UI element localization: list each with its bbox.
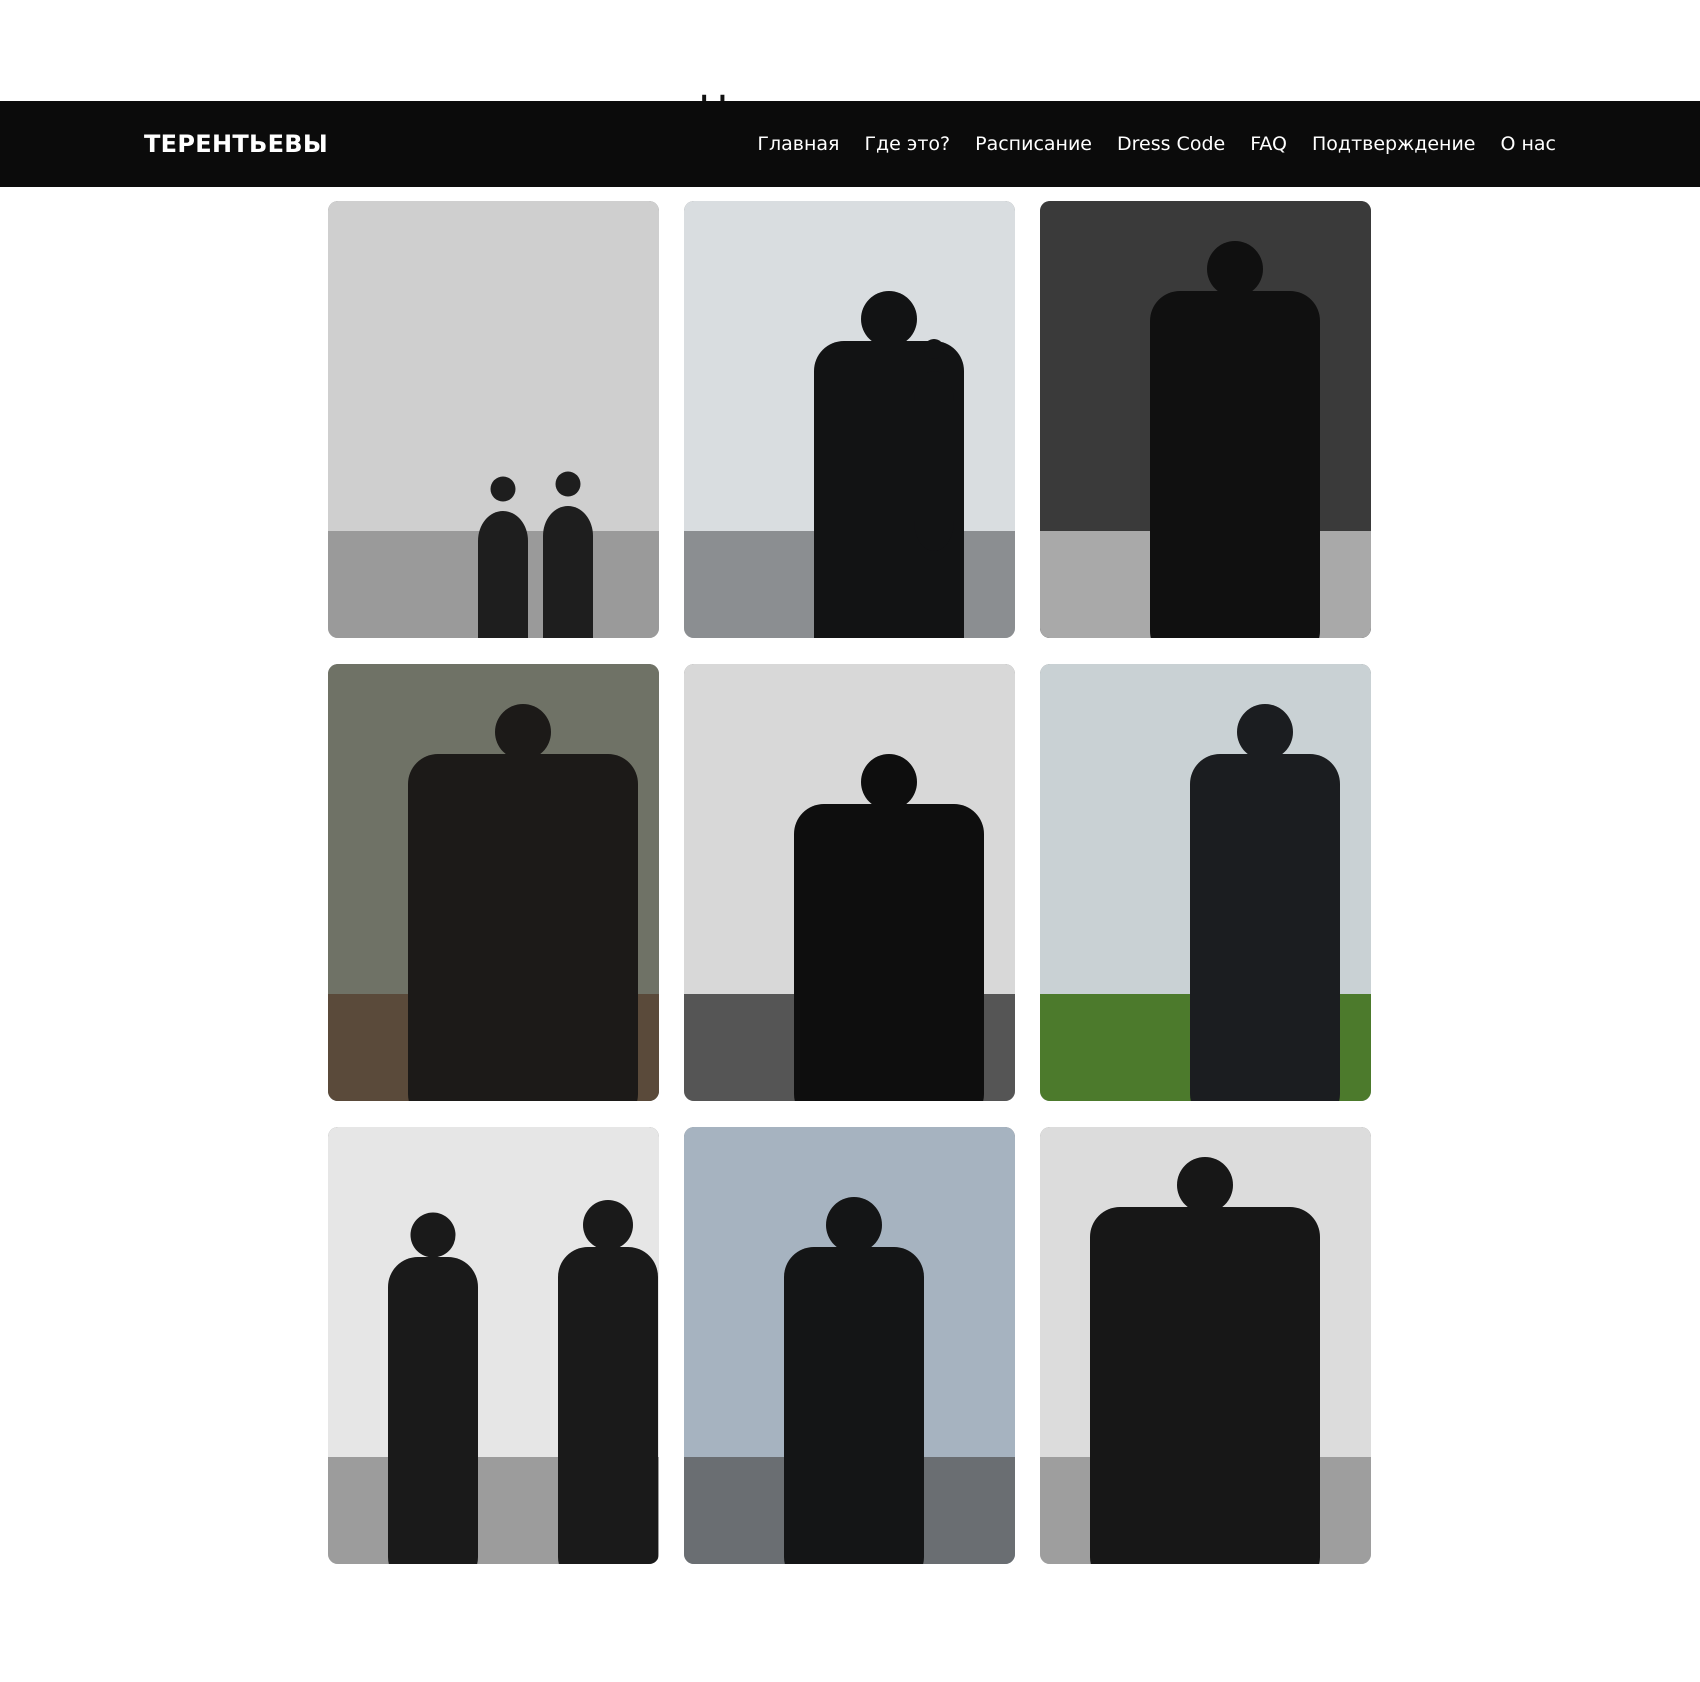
gallery-photo-9[interactable]: [1040, 1127, 1371, 1564]
gallery-photo-6[interactable]: [1040, 664, 1371, 1101]
nav-item-faq: FAQ: [1250, 133, 1287, 155]
gallery-photo-3[interactable]: [1040, 201, 1371, 638]
nav-item-location: Где это?: [864, 133, 950, 155]
brand-logo[interactable]: ТЕРЕНТЬЕВЫ: [144, 101, 328, 187]
figure-body: [784, 1247, 924, 1564]
nav-links: Главная Где это? Расписание Dress Code F…: [757, 101, 1556, 187]
nav-link-dress-code[interactable]: Dress Code: [1117, 133, 1225, 155]
photo-image: [1040, 201, 1371, 638]
gallery-photo-1[interactable]: [328, 201, 659, 638]
photo-image: [1040, 664, 1371, 1101]
figure-body: [478, 511, 528, 638]
figure-head: [555, 471, 581, 497]
nav-item-dress-code: Dress Code: [1117, 133, 1225, 155]
nav-link-faq[interactable]: FAQ: [1250, 133, 1287, 155]
navbar: ТЕРЕНТЬЕВЫ Главная Где это? Расписание D…: [0, 101, 1700, 187]
figure-head: [1237, 704, 1293, 760]
nav-link-schedule[interactable]: Расписание: [975, 133, 1092, 155]
nav-link-home[interactable]: Главная: [757, 133, 839, 155]
figure-body: [794, 804, 984, 1101]
photo-gallery: [328, 201, 1372, 1564]
figure-body: [1150, 291, 1320, 638]
gallery-photo-8[interactable]: [684, 1127, 1015, 1564]
figure-body: [558, 1247, 658, 1564]
nav-link-rsvp[interactable]: Подтверждение: [1312, 133, 1475, 155]
figure-head: [861, 754, 917, 810]
nav-item-rsvp: Подтверждение: [1312, 133, 1475, 155]
photo-image: [684, 201, 1015, 638]
figure-head: [826, 1197, 882, 1253]
figure-body: [543, 506, 593, 638]
photo-image: [1040, 1127, 1371, 1564]
figure-head: [583, 1200, 633, 1250]
figure-head: [1207, 241, 1263, 297]
nav-link-about[interactable]: О нас: [1500, 133, 1556, 155]
figure-head: [410, 1212, 456, 1258]
photo-image: [328, 664, 659, 1101]
photo-image: [684, 664, 1015, 1101]
nav-item-schedule: Расписание: [975, 133, 1092, 155]
nav-item-about: О нас: [1500, 133, 1556, 155]
figure-head: [1177, 1157, 1233, 1213]
photo-image: [328, 1127, 659, 1564]
nav-link-location[interactable]: Где это?: [864, 133, 950, 155]
gallery-photo-5[interactable]: [684, 664, 1015, 1101]
figure-body: [408, 754, 638, 1101]
gallery-photo-7[interactable]: [328, 1127, 659, 1564]
photo-image: [328, 201, 659, 638]
figure-head: [490, 476, 516, 502]
nav-item-home: Главная: [757, 133, 839, 155]
figure-body: [1090, 1207, 1320, 1564]
gallery-photo-2[interactable]: [684, 201, 1015, 638]
figure-body: [388, 1257, 478, 1564]
figure-head: [495, 704, 551, 760]
figure-head: [861, 291, 917, 347]
figure-body: [914, 371, 954, 551]
gallery-photo-4[interactable]: [328, 664, 659, 1101]
figure-body: [1190, 754, 1340, 1101]
figure-head: [924, 339, 944, 359]
photo-image: [684, 1127, 1015, 1564]
